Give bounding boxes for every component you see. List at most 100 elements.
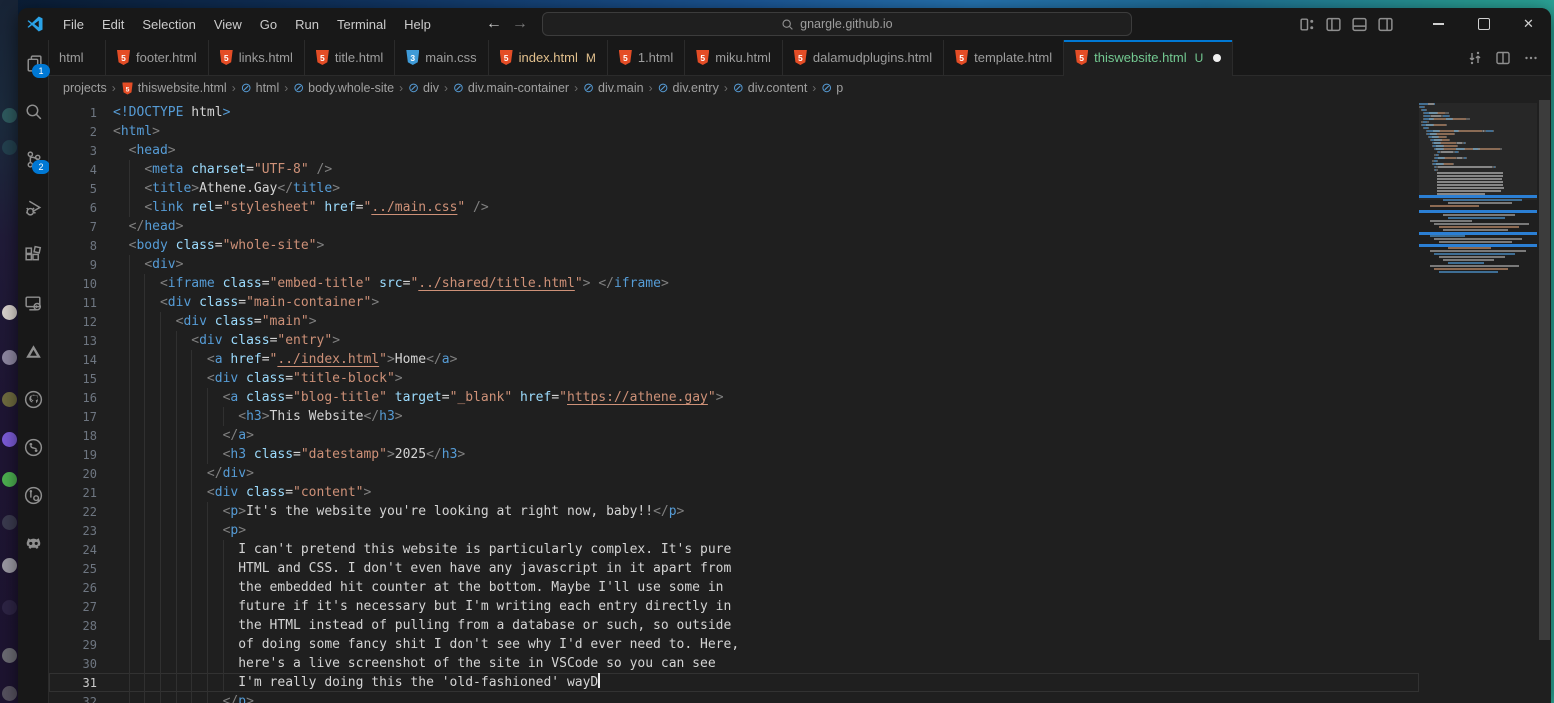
- code-line-8[interactable]: 8 <body class="whole-site">: [49, 236, 1419, 255]
- editor[interactable]: 1<!DOCTYPE html>2<html>3 <head>4 <meta c…: [49, 100, 1551, 703]
- code-line-31[interactable]: 31 I'm really doing this the 'old-fashio…: [49, 673, 1419, 692]
- code-line-10[interactable]: 10 <iframe class="embed-title" src="../s…: [49, 274, 1419, 293]
- breadcrumb-item-p[interactable]: ⊘p: [821, 80, 843, 96]
- menu-edit[interactable]: Edit: [93, 13, 133, 36]
- html-file-icon: 5: [696, 50, 709, 65]
- code-area[interactable]: 1<!DOCTYPE html>2<html>3 <head>4 <meta c…: [49, 100, 1419, 703]
- code-line-16[interactable]: 16 <a class="blog-title" target="_blank"…: [49, 388, 1419, 407]
- back-arrow-icon[interactable]: ←: [486, 15, 502, 33]
- breadcrumb-item-div[interactable]: ⊘div: [408, 80, 439, 96]
- tab-label: dalamudplugins.html: [813, 50, 932, 65]
- code-line-17[interactable]: 17 <h3>This Website</h3>: [49, 407, 1419, 426]
- source-control-icon[interactable]: 2: [22, 148, 44, 170]
- github-icon[interactable]: [22, 388, 44, 410]
- godot-tools-icon[interactable]: [22, 532, 44, 554]
- code-line-14[interactable]: 14 <a href="../index.html">Home</a>: [49, 350, 1419, 369]
- minimap[interactable]: [1419, 103, 1537, 703]
- menu-run[interactable]: Run: [286, 13, 328, 36]
- code-line-27[interactable]: 27 future if it's necessary but I'm writ…: [49, 597, 1419, 616]
- scrollbar-thumb[interactable]: [1539, 100, 1550, 640]
- breadcrumb-item-thiswebsite.html[interactable]: 5thiswebsite.html: [121, 81, 227, 96]
- code-text: <div class="entry">: [113, 331, 340, 350]
- menu-view[interactable]: View: [205, 13, 251, 36]
- breadcrumb-item-html[interactable]: ⊘html: [241, 80, 280, 96]
- code-line-13[interactable]: 13 <div class="entry">: [49, 331, 1419, 350]
- code-line-4[interactable]: 4 <meta charset="UTF-8" />: [49, 160, 1419, 179]
- minimize-button[interactable]: [1416, 8, 1461, 40]
- git-search-icon[interactable]: [22, 484, 44, 506]
- minimap-slider[interactable]: [1419, 103, 1537, 200]
- menu-terminal[interactable]: Terminal: [328, 13, 395, 36]
- code-line-28[interactable]: 28 the HTML instead of pulling from a da…: [49, 616, 1419, 635]
- run-debug-icon[interactable]: [22, 196, 44, 218]
- breadcrumb: projects›5thiswebsite.html›⊘html›⊘body.w…: [49, 76, 1551, 100]
- code-line-20[interactable]: 20 </div>: [49, 464, 1419, 483]
- line-number: 27: [49, 597, 97, 616]
- code-line-11[interactable]: 11 <div class="main-container">: [49, 293, 1419, 312]
- search-icon[interactable]: [22, 100, 44, 122]
- toggle-panel-icon[interactable]: [1351, 16, 1368, 33]
- triangle-logo-icon[interactable]: [22, 340, 44, 362]
- breadcrumb-item-div.entry[interactable]: ⊘div.entry: [658, 80, 719, 96]
- tab-footer.html[interactable]: 5footer.html: [106, 40, 209, 75]
- code-line-24[interactable]: 24 I can't pretend this website is parti…: [49, 540, 1419, 559]
- forward-arrow-icon[interactable]: →: [512, 15, 528, 33]
- extensions-icon[interactable]: [22, 244, 44, 266]
- code-line-29[interactable]: 29 of doing some fancy shit I don't see …: [49, 635, 1419, 654]
- more-actions-icon[interactable]: [1523, 50, 1539, 66]
- split-editor-icon[interactable]: [1495, 50, 1511, 66]
- breadcrumb-item-div.content[interactable]: ⊘div.content: [733, 80, 807, 96]
- tab-links.html[interactable]: 5links.html: [209, 40, 305, 75]
- code-text: <title>Athene.Gay</title>: [113, 179, 340, 198]
- code-line-5[interactable]: 5 <title>Athene.Gay</title>: [49, 179, 1419, 198]
- code-line-18[interactable]: 18 </a>: [49, 426, 1419, 445]
- command-center[interactable]: gnargle.github.io: [542, 12, 1132, 36]
- tab-miku.html[interactable]: 5miku.html: [685, 40, 783, 75]
- code-line-21[interactable]: 21 <div class="content">: [49, 483, 1419, 502]
- tab-thiswebsite.html[interactable]: 5thiswebsite.htmlU: [1064, 40, 1233, 75]
- git-graph-icon[interactable]: [22, 436, 44, 458]
- breadcrumb-item-body.whole-site[interactable]: ⊘body.whole-site: [293, 80, 394, 96]
- toggle-secondary-sidebar-icon[interactable]: [1377, 16, 1394, 33]
- close-button[interactable]: ✕: [1506, 8, 1551, 40]
- code-line-6[interactable]: 6 <link rel="stylesheet" href="../main.c…: [49, 198, 1419, 217]
- code-line-15[interactable]: 15 <div class="title-block">: [49, 369, 1419, 388]
- compare-changes-icon[interactable]: [1467, 50, 1483, 66]
- toggle-primary-sidebar-icon[interactable]: [1325, 16, 1342, 33]
- code-line-25[interactable]: 25 HTML and CSS. I don't even have any j…: [49, 559, 1419, 578]
- code-line-19[interactable]: 19 <h3 class="datestamp">2025</h3>: [49, 445, 1419, 464]
- tab-title.html[interactable]: 5title.html: [305, 40, 395, 75]
- code-line-30[interactable]: 30 here's a live screenshot of the site …: [49, 654, 1419, 673]
- tab-html[interactable]: html: [49, 40, 106, 75]
- breadcrumb-item-div.main[interactable]: ⊘div.main: [583, 80, 644, 96]
- code-line-22[interactable]: 22 <p>It's the website you're looking at…: [49, 502, 1419, 521]
- code-line-23[interactable]: 23 <p>: [49, 521, 1419, 540]
- remote-explorer-icon[interactable]: [22, 292, 44, 314]
- unsaved-dot-icon[interactable]: [1213, 54, 1221, 62]
- code-line-32[interactable]: 32 </p>: [49, 692, 1419, 703]
- vertical-scrollbar[interactable]: [1538, 100, 1551, 703]
- code-line-1[interactable]: 1<!DOCTYPE html>: [49, 103, 1419, 122]
- code-line-9[interactable]: 9 <div>: [49, 255, 1419, 274]
- code-line-7[interactable]: 7 </head>: [49, 217, 1419, 236]
- menu-selection[interactable]: Selection: [133, 13, 204, 36]
- code-line-12[interactable]: 12 <div class="main">: [49, 312, 1419, 331]
- breadcrumb-item-div.main-container[interactable]: ⊘div.main-container: [453, 80, 569, 96]
- code-text: <p>: [113, 521, 246, 540]
- tab-template.html[interactable]: 5template.html: [944, 40, 1064, 75]
- tab-index.html[interactable]: 5index.htmlM: [489, 40, 608, 75]
- tab-main.css[interactable]: 3main.css: [395, 40, 488, 75]
- maximize-button[interactable]: [1461, 8, 1506, 40]
- tab-1.html[interactable]: 51.html: [608, 40, 685, 75]
- code-line-26[interactable]: 26 the embedded hit counter at the botto…: [49, 578, 1419, 597]
- code-text: the HTML instead of pulling from a datab…: [113, 616, 731, 635]
- menu-go[interactable]: Go: [251, 13, 286, 36]
- menu-file[interactable]: File: [54, 13, 93, 36]
- menu-help[interactable]: Help: [395, 13, 440, 36]
- tab-dalamudplugins.html[interactable]: 5dalamudplugins.html: [783, 40, 944, 75]
- code-line-2[interactable]: 2<html>: [49, 122, 1419, 141]
- explorer-icon[interactable]: 1: [22, 52, 44, 74]
- breadcrumb-item-projects[interactable]: projects: [63, 81, 107, 95]
- code-line-3[interactable]: 3 <head>: [49, 141, 1419, 160]
- customize-layout-icon[interactable]: [1299, 16, 1316, 33]
